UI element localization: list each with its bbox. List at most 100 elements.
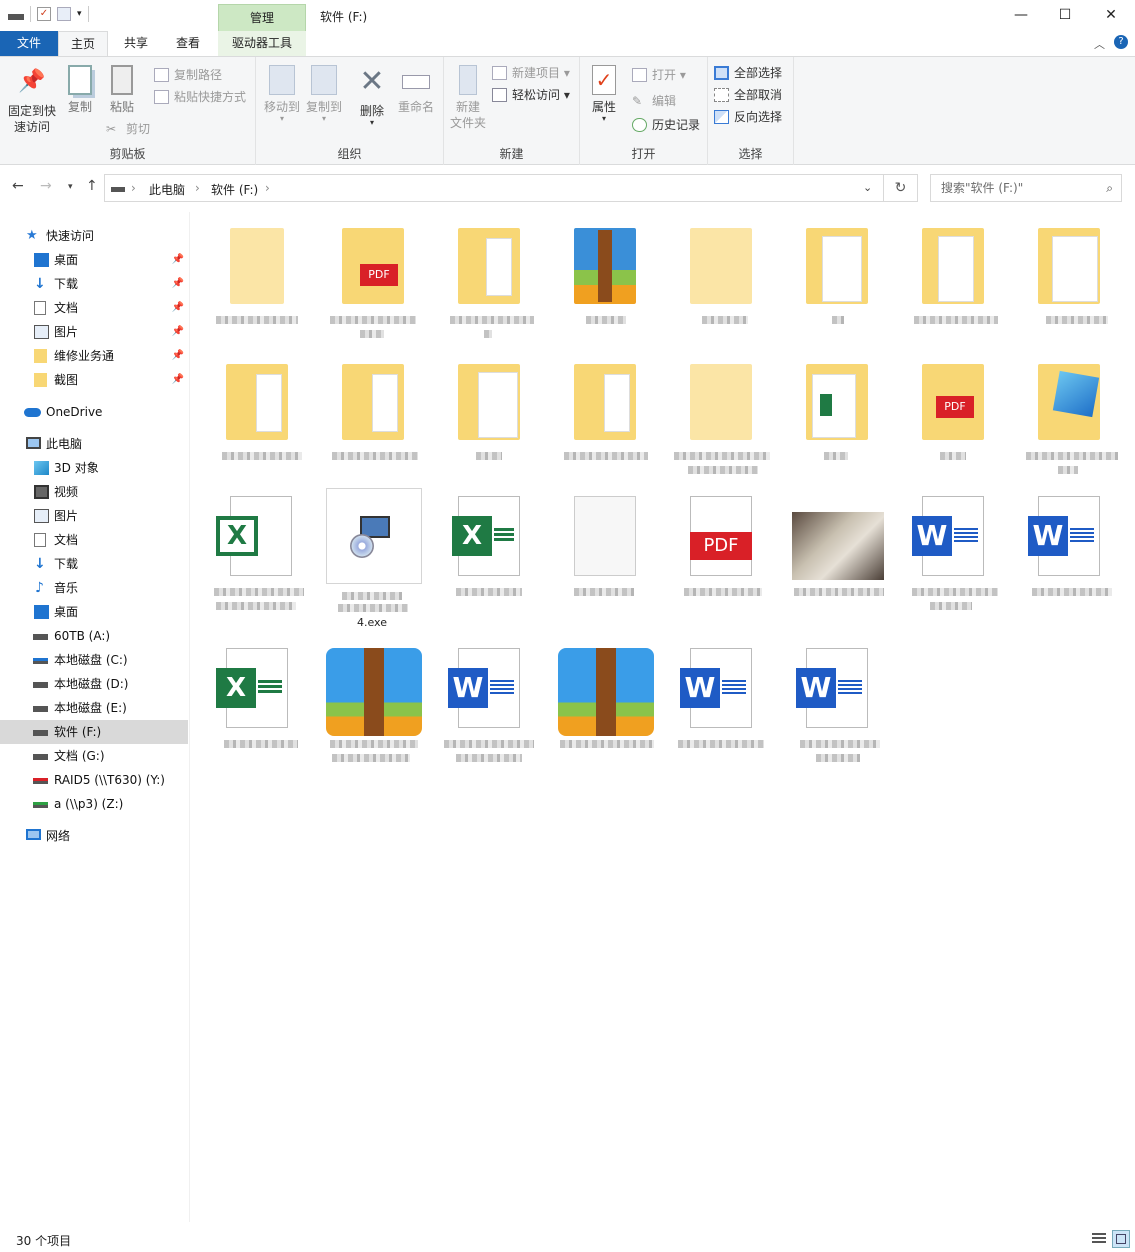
paste-button[interactable]: 粘贴 [102, 61, 142, 115]
nav-drive-z[interactable]: a (\\p3) (Z:) [0, 792, 188, 816]
address-history-chevron-icon[interactable]: ⌄ [863, 181, 872, 194]
tab-view[interactable]: 查看 [164, 31, 212, 56]
new-folder-icon[interactable] [57, 7, 71, 21]
nav-qa-documents[interactable]: 文档 📌 [0, 296, 188, 320]
word-file-item[interactable]: W [1012, 494, 1124, 634]
zip-file-item[interactable] [316, 646, 428, 786]
nav-qa-repair-service[interactable]: 维修业务通 📌 [0, 344, 188, 368]
select-all-button[interactable]: 全部选择 [714, 63, 782, 83]
nav-music[interactable]: ♪ 音乐 [0, 576, 188, 600]
up-arrow-icon[interactable]: ↑ [86, 178, 98, 194]
pin-icon[interactable]: 📌 [172, 320, 184, 344]
word-file-item[interactable]: W [432, 646, 544, 786]
details-view-icon[interactable] [1090, 1230, 1108, 1248]
nav-drive-d[interactable]: 本地磁盘 (D:) [0, 672, 188, 696]
nav-this-pc[interactable]: 此电脑 [0, 432, 188, 456]
close-button[interactable]: ✕ [1088, 0, 1134, 31]
address-bar[interactable]: › 此电脑 › 软件 (F:) › ⌄ [104, 174, 884, 202]
move-to-button[interactable]: 移动到 ▾ [260, 61, 304, 123]
tab-drive-tools[interactable]: 驱动器工具 [218, 31, 306, 56]
blank-file-item[interactable] [548, 494, 660, 634]
pin-icon[interactable]: 📌 [172, 344, 184, 368]
tab-file[interactable]: 文件 [0, 31, 58, 56]
word-file-item[interactable]: W [896, 494, 1008, 634]
easy-access-button[interactable]: 轻松访问 ▾ [492, 85, 570, 105]
folder-item[interactable] [664, 222, 776, 362]
folder-item[interactable]: PDF [316, 222, 428, 362]
copy-button[interactable]: 复制 [60, 61, 100, 115]
properties-check-icon[interactable]: ✓ [37, 7, 51, 21]
nav-qa-screenshots[interactable]: 截图 📌 [0, 368, 188, 392]
breadcrumb-drive-f[interactable]: 软件 (F:) [211, 181, 258, 198]
pin-icon[interactable]: 📌 [172, 368, 184, 392]
nav-desktop[interactable]: 桌面 [0, 600, 188, 624]
pin-icon[interactable]: 📌 [172, 272, 184, 296]
nav-3d-objects[interactable]: 3D 对象 [0, 456, 188, 480]
folder-item[interactable] [896, 222, 1008, 362]
folder-item[interactable] [200, 358, 312, 498]
word-file-item[interactable]: W [780, 646, 892, 786]
zip-file-item[interactable] [548, 646, 660, 786]
folder-item[interactable] [548, 358, 660, 498]
nav-network[interactable]: 网络 [0, 824, 188, 848]
customize-qat-chevron-icon[interactable]: ▾ [77, 9, 82, 19]
pin-quick-access-button[interactable]: 📌 固定到快 速访问 [4, 61, 60, 135]
excel-file-item[interactable]: X [200, 494, 312, 634]
word-file-item[interactable]: W [664, 646, 776, 786]
tab-share[interactable]: 共享 [112, 31, 160, 56]
image-file-item[interactable] [780, 494, 892, 634]
folder-item[interactable] [432, 222, 544, 362]
folder-item[interactable] [1012, 358, 1124, 498]
new-folder-button[interactable]: 新建 文件夹 [446, 61, 490, 131]
refresh-button[interactable]: ↻ [884, 174, 918, 202]
minimize-button[interactable]: — [998, 0, 1044, 31]
history-button[interactable]: 历史记录 [632, 115, 700, 135]
folder-item[interactable] [1012, 222, 1124, 362]
pin-icon[interactable]: 📌 [172, 296, 184, 320]
paste-shortcut-button[interactable]: 粘贴快捷方式 [154, 87, 246, 107]
nav-documents[interactable]: 文档 [0, 528, 188, 552]
excel-file-item[interactable]: X [432, 494, 544, 634]
cut-button[interactable]: ✂ 剪切 [106, 119, 150, 139]
back-arrow-icon[interactable]: ← [12, 178, 24, 194]
breadcrumb-this-pc[interactable]: 此电脑 [149, 181, 185, 198]
pin-icon[interactable]: 📌 [172, 248, 184, 272]
nav-drive-c[interactable]: 本地磁盘 (C:) [0, 648, 188, 672]
nav-drive-g[interactable]: 文档 (G:) [0, 744, 188, 768]
pdf-file-item[interactable]: PDF [664, 494, 776, 634]
folder-item[interactable] [316, 358, 428, 498]
nav-onedrive[interactable]: OneDrive [0, 400, 188, 424]
folder-item[interactable] [200, 222, 312, 362]
excel-file-item[interactable]: X [200, 646, 312, 786]
nav-quick-access[interactable]: ★ 快速访问 [0, 224, 188, 248]
nav-qa-downloads[interactable]: ↓ 下载 📌 [0, 272, 188, 296]
collapse-ribbon-chevron-icon[interactable]: ︿ [1094, 36, 1105, 52]
nav-qa-pictures[interactable]: 图片 📌 [0, 320, 188, 344]
search-input[interactable]: 搜索"软件 (F:)" ⌕ [930, 174, 1122, 202]
folder-item[interactable] [780, 222, 892, 362]
nav-downloads[interactable]: ↓ 下载 [0, 552, 188, 576]
rename-button[interactable]: 重命名 [394, 61, 438, 115]
context-tab-manage[interactable]: 管理 [218, 4, 306, 31]
exe-file-item[interactable]: 4.exe [316, 488, 428, 634]
copy-to-button[interactable]: 复制到 ▾ [302, 61, 346, 123]
new-item-button[interactable]: 新建项目 ▾ [492, 63, 570, 83]
recent-locations-chevron-icon[interactable]: ▾ [68, 182, 73, 192]
select-none-button[interactable]: 全部取消 [714, 85, 782, 105]
forward-arrow-icon[interactable]: → [40, 178, 52, 194]
nav-drive-y[interactable]: RAID5 (\\T630) (Y:) [0, 768, 188, 792]
nav-drive-f[interactable]: 软件 (F:) [0, 720, 188, 744]
invert-selection-button[interactable]: 反向选择 [714, 107, 782, 127]
edit-button[interactable]: ✎ 编辑 [632, 91, 676, 111]
nav-qa-desktop[interactable]: 桌面 📌 [0, 248, 188, 272]
nav-drive-a[interactable]: 60TB (A:) [0, 624, 188, 648]
properties-button[interactable]: ✓ 属性 ▾ [586, 61, 622, 123]
delete-button[interactable]: ✕ 删除 ▾ [352, 61, 392, 127]
open-button[interactable]: 打开 ▾ [632, 65, 686, 85]
folder-item[interactable] [780, 358, 892, 498]
folder-item[interactable] [548, 222, 660, 362]
tab-home[interactable]: 主页 [58, 31, 108, 56]
nav-videos[interactable]: 视频 [0, 480, 188, 504]
help-icon[interactable]: ? [1114, 35, 1128, 49]
maximize-button[interactable]: ☐ [1042, 0, 1088, 31]
